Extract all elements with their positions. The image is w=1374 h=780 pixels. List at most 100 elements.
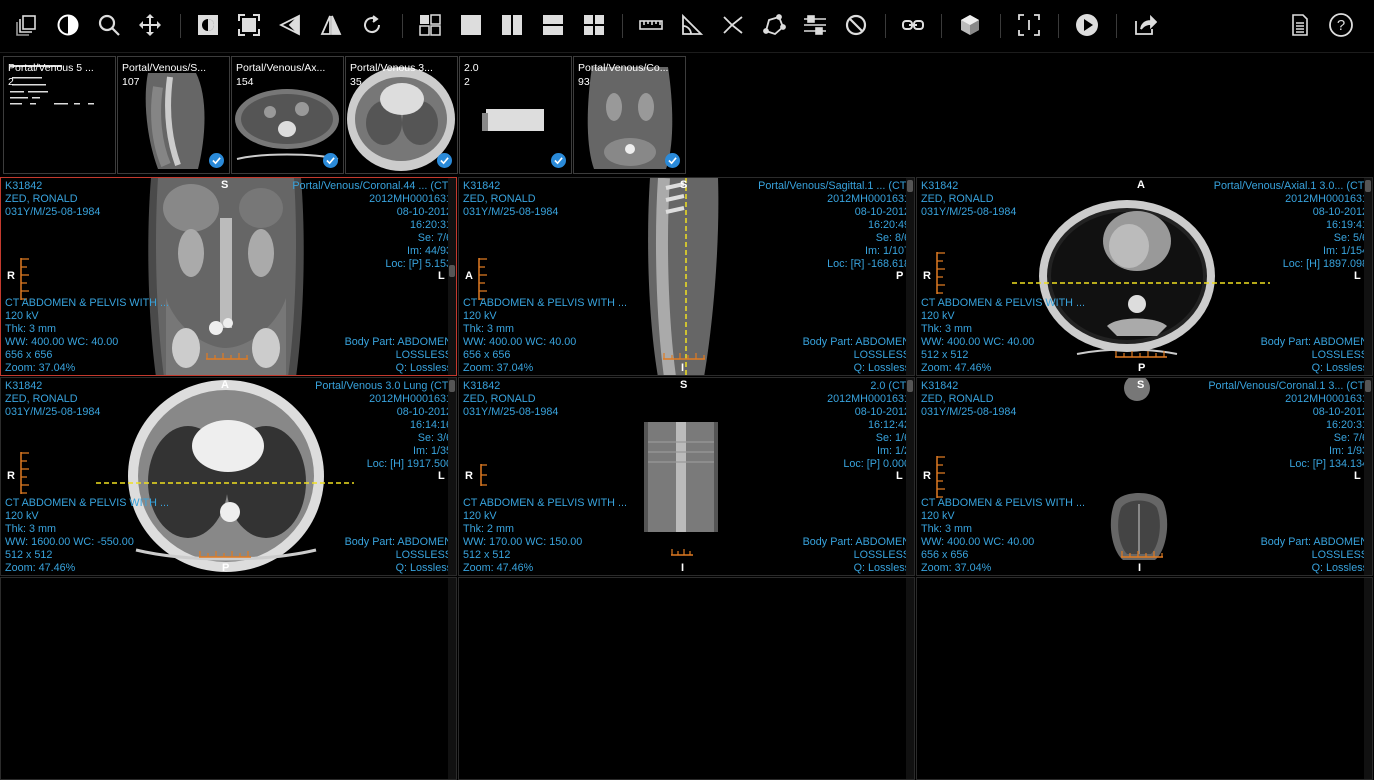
- contrast-icon[interactable]: [51, 7, 85, 43]
- acquisition-info-overlay: CT ABDOMEN & PELVIS WITH ... 120 kV Thk: 3…: [5, 297, 169, 374]
- flip-vertical-icon[interactable]: [314, 7, 348, 43]
- viewport-scrollbar[interactable]: [1364, 578, 1372, 779]
- viewport-2[interactable]: K31842 ZED, RONALD 031Y/M/25-08-1984 Porta…: [458, 177, 915, 376]
- series-thumbnail[interactable]: Portal/Venous 3... 35: [345, 56, 458, 174]
- annotate-icon[interactable]: [798, 7, 832, 43]
- dose-report-image: [10, 65, 94, 105]
- orientation-left: R: [7, 270, 15, 282]
- clear-icon[interactable]: [839, 7, 873, 43]
- orientation-bottom: I: [1138, 562, 1142, 574]
- length-icon[interactable]: [634, 7, 668, 43]
- orientation-top: S: [680, 179, 688, 191]
- viewport-scrollbar[interactable]: [448, 578, 456, 779]
- viewport-6[interactable]: K31842 ZED, RONALD 031Y/M/25-08-1984 Porta…: [916, 377, 1373, 576]
- series-thumbnail[interactable]: 2.0 2: [459, 56, 572, 174]
- viewport-5[interactable]: K31842 ZED, RONALD 031Y/M/25-08-1984 2.0 (…: [458, 377, 915, 576]
- report-icon[interactable]: [1283, 7, 1317, 43]
- reference-line: [96, 482, 354, 484]
- body-part-overlay: Body Part: ABDOMEN LOSSLESS Q: Lossless: [344, 336, 452, 374]
- link-icon[interactable]: [896, 7, 930, 43]
- scale-ruler: [671, 549, 693, 556]
- scout-image: [644, 422, 718, 532]
- check-icon: [551, 153, 566, 168]
- acquisition-info-overlay: CT ABDOMEN & PELVIS WITH ... 120 kV Thk: 3…: [5, 497, 169, 574]
- layout-icon[interactable]: [413, 7, 447, 43]
- viewport-empty-2[interactable]: [458, 577, 915, 780]
- viewport-3[interactable]: K31842 ZED, RONALD 031Y/M/25-08-1984 Porta…: [916, 177, 1373, 376]
- acquisition-info-overlay: CT ABDOMEN & PELVIS WITH ... 120 kV Thk: 3…: [463, 297, 627, 374]
- layout-2x1-icon[interactable]: [536, 7, 570, 43]
- angle-icon[interactable]: [675, 7, 709, 43]
- magnify-icon[interactable]: [92, 7, 126, 43]
- series-thumbnail[interactable]: Portal/Venous 5 ... 2: [3, 56, 116, 174]
- pan-icon[interactable]: [133, 7, 167, 43]
- scale-ruler: [199, 551, 251, 558]
- invert-icon[interactable]: [191, 7, 225, 43]
- orientation-top: A: [221, 379, 229, 391]
- viewport-scrollbar[interactable]: [906, 178, 914, 375]
- orientation-left: A: [465, 270, 473, 282]
- scale-ruler: [478, 258, 487, 300]
- scrollbar-thumb[interactable]: [1365, 380, 1371, 392]
- scrollbar-thumb[interactable]: [449, 380, 455, 392]
- layout-1x2-icon[interactable]: [495, 7, 529, 43]
- stack-icon[interactable]: [10, 7, 44, 43]
- scrollbar-thumb[interactable]: [907, 380, 913, 392]
- acquisition-info-overlay: CT ABDOMEN & PELVIS WITH ... 120 kV Thk: 3…: [921, 497, 1085, 574]
- toolbar: ?: [0, 0, 1374, 50]
- viewport-empty-3[interactable]: [916, 577, 1373, 780]
- share-icon[interactable]: [1128, 7, 1162, 43]
- flip-horizontal-icon[interactable]: [273, 7, 307, 43]
- orientation-right: L: [438, 270, 445, 282]
- body-part-overlay: Body Part: ABDOMEN LOSSLESS Q: Lossless: [802, 536, 910, 574]
- scrollbar-thumb[interactable]: [907, 180, 913, 192]
- scale-ruler: [20, 452, 29, 494]
- orientation-right: L: [438, 470, 445, 482]
- viewport-scrollbar[interactable]: [1364, 178, 1372, 375]
- cine-play-icon[interactable]: [1070, 7, 1104, 43]
- viewport-1[interactable]: K31842 ZED, RONALD 031Y/M/25-08-1984 Porta…: [0, 177, 457, 376]
- patient-info-overlay: K31842 ZED, RONALD 031Y/M/25-08-1984: [921, 380, 1017, 418]
- orientation-bottom: I: [681, 362, 685, 374]
- scale-ruler: [1115, 351, 1167, 358]
- viewport-scrollbar[interactable]: [448, 378, 456, 575]
- orientation-bottom: P: [1138, 362, 1146, 374]
- thumbnail-count: 35: [350, 76, 362, 88]
- freehand-roi-icon[interactable]: [757, 7, 791, 43]
- orientation-right: L: [896, 470, 903, 482]
- viewport-empty-1[interactable]: [0, 577, 457, 780]
- scale-ruler: [206, 353, 248, 360]
- scrollbar-thumb[interactable]: [1365, 180, 1371, 192]
- fit-icon[interactable]: [232, 7, 266, 43]
- viewport-scrollbar[interactable]: [906, 578, 914, 779]
- series-info-overlay: Portal/Venous/Coronal.1 3... (CT) 2012MH0…: [1208, 380, 1368, 470]
- orientation-top: S: [1137, 379, 1145, 391]
- series-thumbnail-strip: Portal/Venous 5 ... 2 Portal/Venous/S...…: [0, 52, 1374, 178]
- check-icon: [437, 153, 452, 168]
- series-thumbnail[interactable]: Portal/Venous/Ax... 154: [231, 56, 344, 174]
- viewport-scrollbar[interactable]: [1364, 378, 1372, 575]
- layout-2x2-icon[interactable]: [577, 7, 611, 43]
- acquisition-info-overlay: CT ABDOMEN & PELVIS WITH ... 120 kV Thk: 3…: [921, 297, 1085, 374]
- scale-ruler: [936, 252, 945, 294]
- viewport-scrollbar[interactable]: [448, 178, 456, 375]
- crosshair-icon[interactable]: [1012, 7, 1046, 43]
- orientation-top: A: [1137, 179, 1145, 191]
- 3d-icon[interactable]: [953, 7, 987, 43]
- rotate-icon[interactable]: [355, 7, 389, 43]
- series-thumbnail[interactable]: Portal/Venous/S... 107: [117, 56, 230, 174]
- cobb-angle-icon[interactable]: [716, 7, 750, 43]
- series-info-overlay: Portal/Venous 3.0 Lung (CT) 2012MH0001631…: [315, 380, 452, 470]
- help-icon[interactable]: ?: [1324, 7, 1358, 43]
- scrollbar-thumb[interactable]: [449, 265, 455, 277]
- series-thumbnail[interactable]: Portal/Venous/Co... 93: [573, 56, 686, 174]
- series-info-overlay: Portal/Venous/Coronal.44 ... (CT) 2012MH0…: [292, 180, 452, 270]
- layout-1x1-icon[interactable]: [454, 7, 488, 43]
- acquisition-info-overlay: CT ABDOMEN & PELVIS WITH ... 120 kV Thk: 2…: [463, 497, 627, 574]
- viewport-scrollbar[interactable]: [906, 378, 914, 575]
- scale-ruler: [480, 464, 487, 486]
- viewport-4[interactable]: K31842 ZED, RONALD 031Y/M/25-08-1984 Porta…: [0, 377, 457, 576]
- thumbnail-title: Portal/Venous/S...: [122, 62, 207, 74]
- patient-info-overlay: K31842 ZED, RONALD 031Y/M/25-08-1984: [463, 380, 559, 418]
- thumbnail-count: 107: [122, 76, 140, 88]
